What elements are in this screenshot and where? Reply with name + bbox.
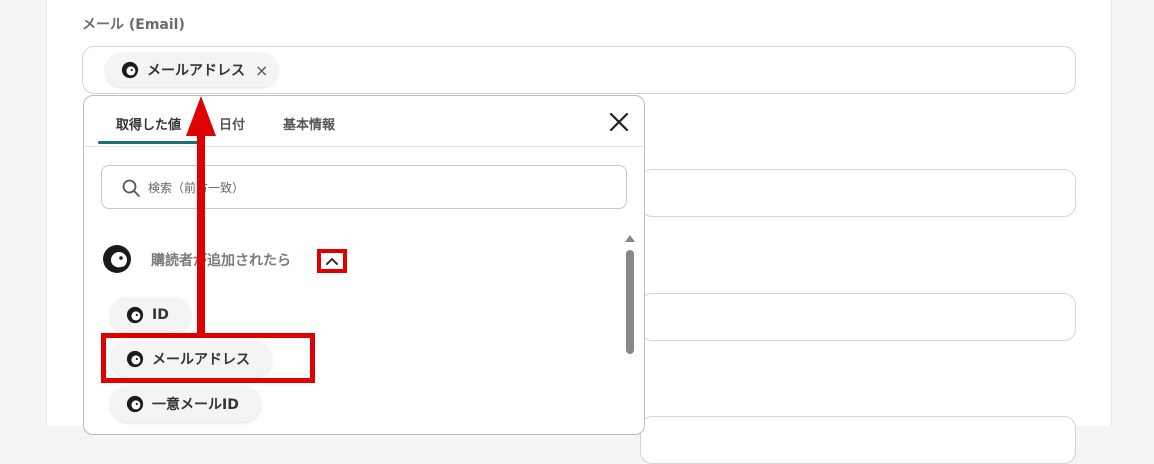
list-item-id[interactable]: ID	[110, 297, 191, 333]
form-field-4[interactable]	[640, 416, 1076, 464]
chip-label: メールアドレス	[147, 63, 245, 79]
search-icon	[122, 179, 140, 197]
scrollbar-thumb[interactable]	[626, 250, 634, 354]
remove-chip-icon[interactable]: ×	[255, 61, 268, 80]
scroll-up-icon[interactable]	[625, 234, 635, 242]
list-item-label: 一意メールID	[152, 397, 239, 413]
value-picker-dropdown: 取得した値 日付 基本情報 購読者が追加されたら ID メールアド	[83, 95, 645, 435]
list-item-unique-email-id[interactable]: 一意メールID	[110, 386, 261, 422]
mailchimp-icon	[103, 245, 131, 273]
tab-retrieved-values[interactable]: 取得した値	[116, 114, 181, 133]
active-tab-indicator	[98, 141, 202, 144]
chevron-up-icon	[326, 257, 338, 265]
mailchimp-icon	[126, 395, 144, 413]
list-item-label: ID	[152, 307, 169, 323]
group-label: 購読者が追加されたら	[151, 253, 291, 269]
collapse-group-button[interactable]	[317, 249, 347, 273]
selected-value-chip[interactable]: メールアドレス ×	[105, 53, 279, 87]
tab-date[interactable]: 日付	[219, 114, 245, 133]
mailchimp-icon	[121, 61, 139, 79]
tab-basic-info[interactable]: 基本情報	[283, 114, 335, 133]
form-field-2[interactable]	[640, 169, 1076, 217]
search-box	[101, 165, 627, 210]
email-field-label: メール (Email)	[82, 17, 185, 33]
mailchimp-icon	[126, 306, 144, 324]
tab-bar: 取得した値 日付 基本情報	[84, 96, 644, 147]
close-icon[interactable]	[608, 111, 630, 133]
search-input[interactable]	[146, 166, 620, 210]
scrollbar[interactable]	[623, 234, 637, 434]
annotation-highlight-box	[101, 333, 315, 383]
form-field-3[interactable]	[640, 293, 1076, 341]
